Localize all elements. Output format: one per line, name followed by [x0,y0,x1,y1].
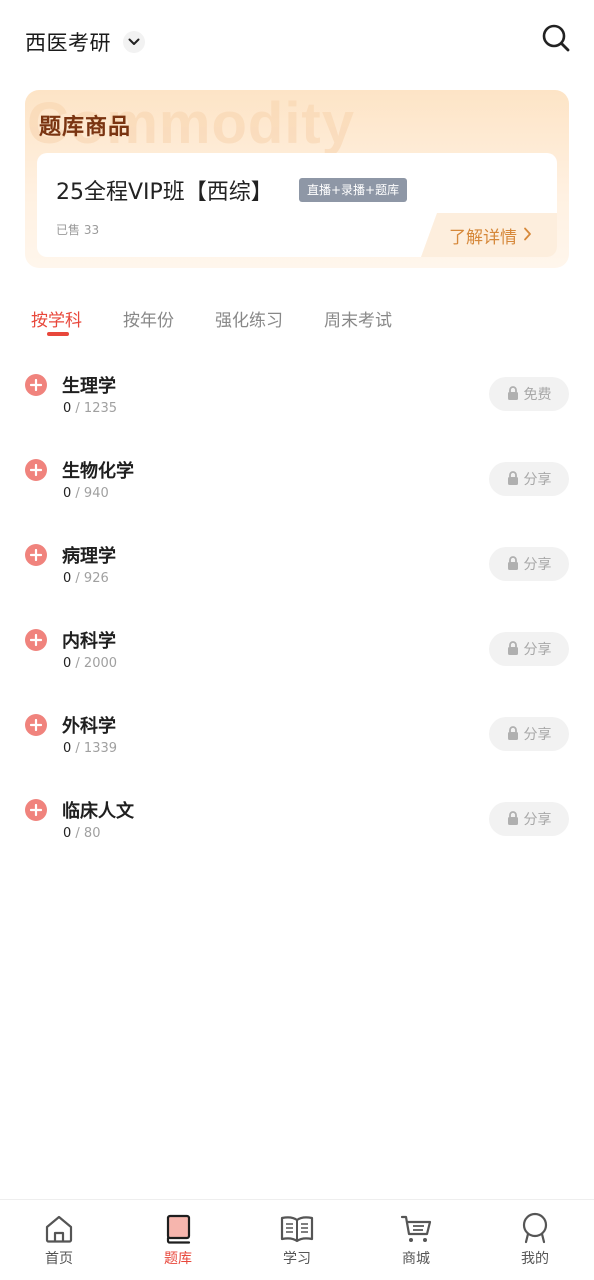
lock-icon [507,725,519,744]
search-button[interactable] [538,22,574,58]
list-item[interactable]: 生理学 0 / 1235 免费 [0,360,594,430]
subject-name: 外科学 [62,716,116,737]
subject-name: 内科学 [62,631,116,652]
tab-active-indicator [47,332,69,336]
category-tabs: 按学科 按年份 强化练习 周末考试 [0,300,594,344]
commodity-section: Commodity 题库商品 25全程VIP班【西综】 直播+录播+题库 已售 … [25,90,569,268]
exam-title: 西医考研 [25,31,111,55]
list-item[interactable]: 内科学 0 / 2000 分享 [0,615,594,685]
exam-selector[interactable]: 西医考研 [25,27,145,57]
nav-mall[interactable]: 商城 [366,1212,466,1272]
list-item[interactable]: 临床人文 0 / 80 分享 [0,785,594,855]
tab-by-year[interactable]: 按年份 [123,306,174,331]
subject-name: 病理学 [62,546,116,567]
list-item[interactable]: 外科学 0 / 1339 分享 [0,700,594,770]
subject-name: 临床人文 [62,801,134,822]
tab-by-subject[interactable]: 按学科 [31,306,82,331]
nav-home[interactable]: 首页 [9,1212,109,1272]
unlock-label: 分享 [523,727,552,743]
question-bank-icon [128,1212,228,1244]
nav-profile[interactable]: 我的 [485,1212,585,1272]
subject-name: 生物化学 [62,461,134,482]
tab-weekend-exam[interactable]: 周末考试 [324,306,392,331]
nav-label: 首页 [45,1251,73,1267]
unlock-button[interactable]: 分享 [489,462,569,496]
subject-name: 生理学 [62,376,116,397]
nav-label: 我的 [521,1251,549,1267]
unlock-label: 免费 [523,387,552,403]
plus-circle-icon[interactable] [25,714,47,736]
plus-circle-icon[interactable] [25,799,47,821]
unlock-label: 分享 [523,812,552,828]
nav-study[interactable]: 学习 [247,1212,347,1272]
book-open-icon [247,1212,347,1244]
unlock-button[interactable]: 免费 [489,377,569,411]
tab-intensive-practice[interactable]: 强化练习 [215,306,283,331]
unlock-button[interactable]: 分享 [489,802,569,836]
subject-progress: 0 / 1339 [63,741,118,756]
lock-icon [507,555,519,574]
subject-progress: 0 / 2000 [63,656,118,671]
unlock-button[interactable]: 分享 [489,547,569,581]
list-item[interactable]: 生物化学 0 / 940 分享 [0,445,594,515]
unlock-button[interactable]: 分享 [489,717,569,751]
unlock-label: 分享 [523,557,552,573]
bottom-nav: 首页 题库 学习 商城 我的 [0,1199,594,1280]
product-card[interactable]: 25全程VIP班【西综】 直播+录播+题库 已售 33 了解详情 [37,153,557,257]
chevron-down-icon [123,31,145,53]
nav-label: 商城 [402,1251,430,1267]
sold-count: 已售 33 [56,223,100,237]
product-tag: 直播+录播+题库 [299,178,408,202]
subject-progress: 0 / 80 [63,826,101,841]
chevron-right-icon [523,226,532,245]
subject-progress: 0 / 1235 [63,401,118,416]
unlock-label: 分享 [523,472,552,488]
product-name: 25全程VIP班【西综】 [56,180,273,205]
plus-circle-icon[interactable] [25,544,47,566]
nav-question-bank[interactable]: 题库 [128,1212,228,1272]
lock-icon [507,640,519,659]
profile-icon [485,1212,585,1244]
detail-label: 了解详情 [449,227,517,248]
lock-icon [507,470,519,489]
commodity-title: 题库商品 [39,115,132,140]
search-icon [541,23,571,57]
top-bar: 西医考研 [0,0,594,82]
lock-icon [507,810,519,829]
lock-icon [507,385,519,404]
plus-circle-icon[interactable] [25,459,47,481]
detail-button[interactable]: 了解详情 [421,213,557,257]
home-icon [9,1212,109,1244]
nav-label: 学习 [283,1251,311,1267]
unlock-button[interactable]: 分享 [489,632,569,666]
cart-icon [366,1212,466,1244]
nav-label: 题库 [164,1251,192,1267]
subject-progress: 0 / 926 [63,571,109,586]
subject-progress: 0 / 940 [63,486,109,501]
plus-circle-icon[interactable] [25,629,47,651]
unlock-label: 分享 [523,642,552,658]
plus-circle-icon[interactable] [25,374,47,396]
list-item[interactable]: 病理学 0 / 926 分享 [0,530,594,600]
